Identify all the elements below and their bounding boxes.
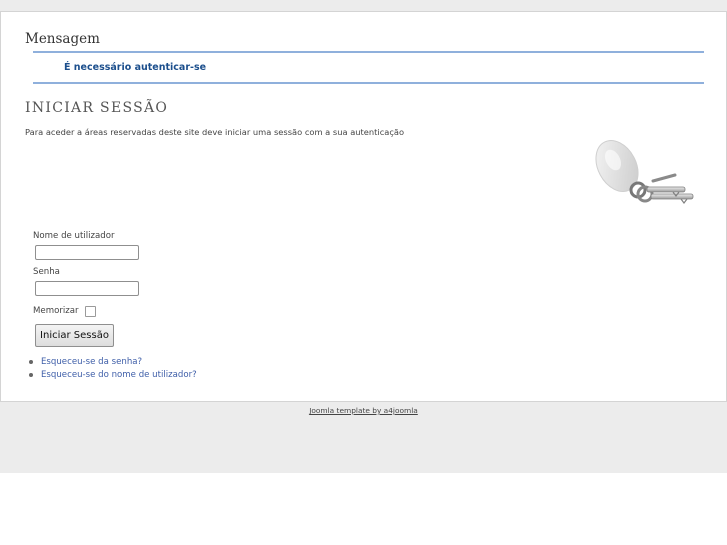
list-item: Esqueceu-se do nome de utilizador? — [29, 369, 197, 382]
message-title: Mensagem — [25, 31, 100, 47]
footer-credit-link[interactable]: Joomla template by a4joomla — [0, 406, 727, 415]
password-input[interactable] — [35, 281, 139, 296]
login-description: Para aceder a áreas reservadas deste sit… — [25, 127, 405, 137]
page-title: INICIAR SESSÃO — [25, 100, 169, 116]
message-divider-bottom — [33, 82, 704, 84]
username-input[interactable] — [35, 245, 139, 260]
message-divider-top — [33, 51, 704, 53]
login-button[interactable]: Iniciar Sessão — [35, 324, 114, 347]
message-text: É necessário autenticar-se — [64, 62, 207, 73]
remember-label: Memorizar — [33, 306, 79, 316]
username-label: Nome de utilizador — [33, 231, 115, 241]
forgot-username-link[interactable]: Esqueceu-se do nome de utilizador? — [41, 370, 197, 380]
bullet-icon — [29, 360, 33, 364]
forgot-password-link[interactable]: Esqueceu-se da senha? — [41, 357, 142, 367]
password-label: Senha — [33, 267, 60, 277]
content-panel: Mensagem É necessário autenticar-se INIC… — [0, 11, 727, 402]
list-item: Esqueceu-se da senha? — [29, 356, 197, 369]
remember-checkbox[interactable] — [85, 306, 96, 317]
help-links: Esqueceu-se da senha? Esqueceu-se do nom… — [29, 356, 197, 381]
bullet-icon — [29, 372, 33, 377]
keys-icon — [595, 140, 694, 204]
